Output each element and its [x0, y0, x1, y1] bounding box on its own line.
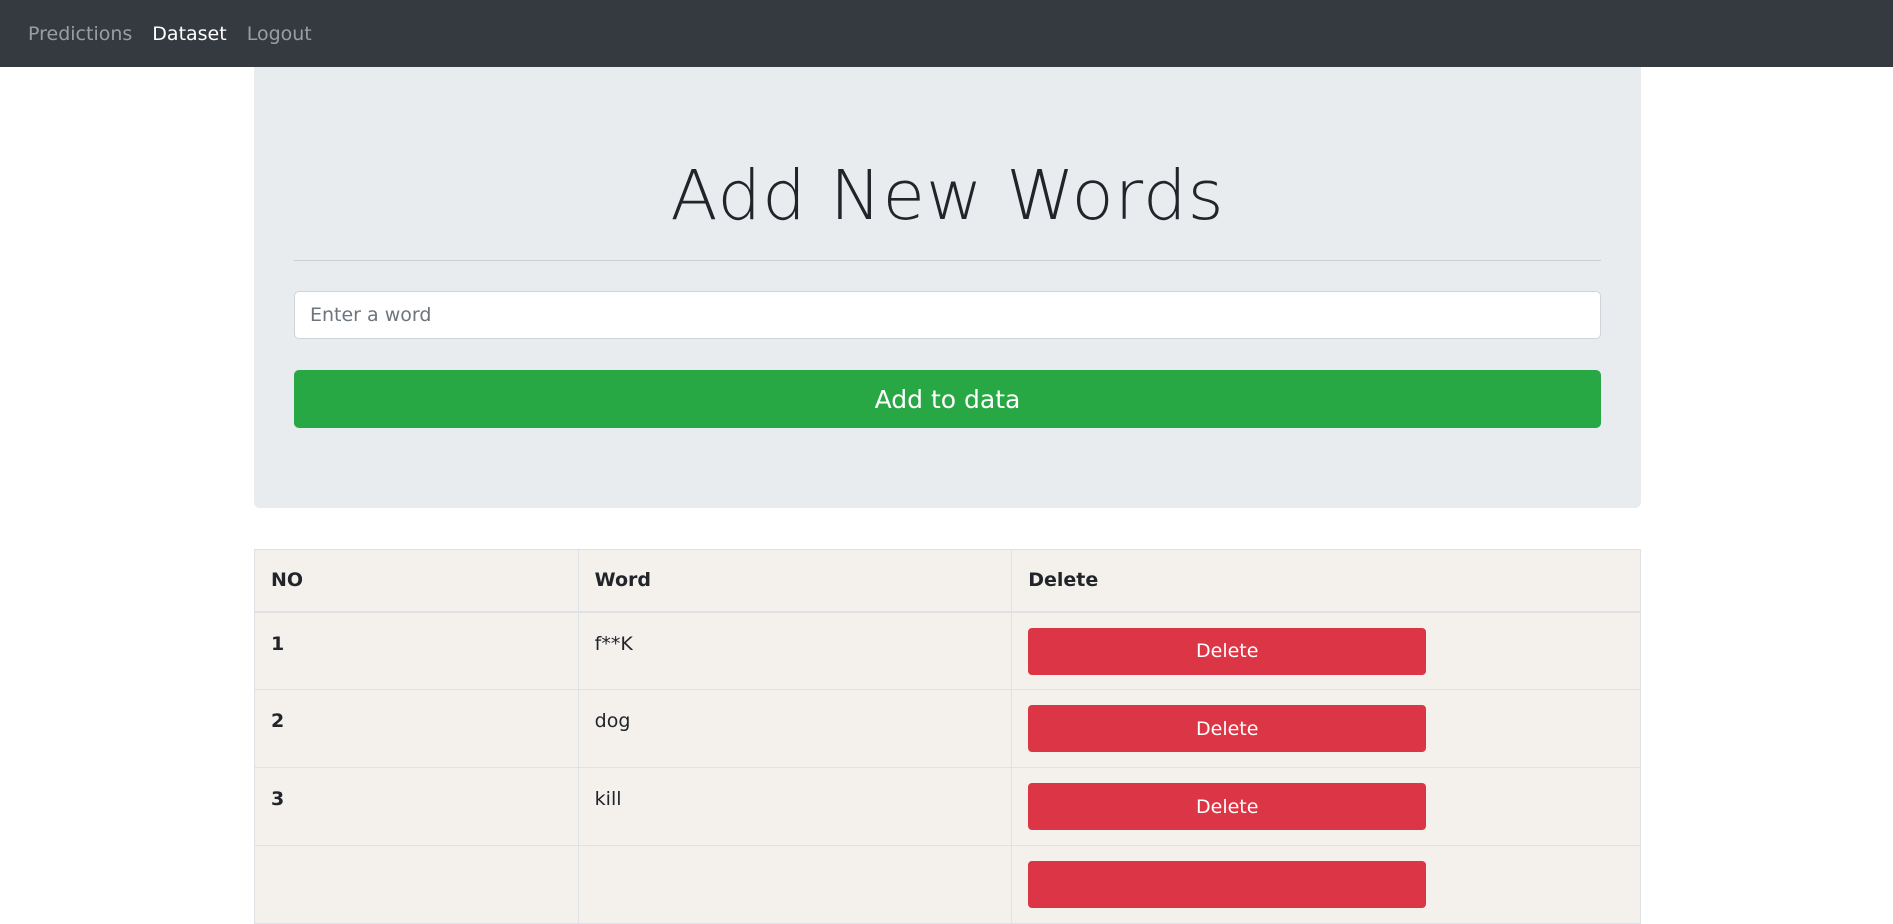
- table-row: [254, 845, 1641, 924]
- row-delete-cell: Delete: [1011, 767, 1641, 846]
- header-word: Word: [577, 549, 1013, 613]
- top-navbar: Predictions Dataset Logout: [0, 0, 1893, 67]
- delete-button[interactable]: Delete: [1028, 627, 1427, 675]
- row-delete-cell: Delete: [1011, 689, 1641, 768]
- row-number: 2: [254, 689, 579, 768]
- row-delete-cell: [1011, 845, 1641, 924]
- table-header-row: NO Word Delete: [254, 549, 1641, 613]
- row-word: f**K: [577, 611, 1013, 690]
- word-input[interactable]: [294, 291, 1601, 339]
- words-table: NO Word Delete 1 f**K Delete 2 dog Delet…: [254, 549, 1641, 924]
- main-container: Add New Words Add to data NO Word Delete…: [254, 67, 1641, 924]
- title-divider: [294, 260, 1601, 261]
- row-number: 1: [254, 611, 579, 690]
- row-word: dog: [577, 689, 1013, 768]
- nav-link-logout[interactable]: Logout: [247, 23, 312, 45]
- row-number: [254, 845, 579, 924]
- row-word: kill: [577, 767, 1013, 846]
- table-row: 2 dog Delete: [254, 689, 1641, 768]
- row-delete-cell: Delete: [1011, 611, 1641, 690]
- header-no: NO: [254, 549, 579, 613]
- add-to-data-button[interactable]: Add to data: [294, 370, 1601, 428]
- delete-button[interactable]: [1028, 861, 1427, 908]
- header-delete: Delete: [1011, 549, 1641, 613]
- row-word: [577, 845, 1013, 924]
- page-title: Add New Words: [670, 156, 1225, 236]
- table-row: 1 f**K Delete: [254, 611, 1641, 690]
- delete-button[interactable]: Delete: [1028, 705, 1427, 752]
- row-number: 3: [254, 767, 579, 846]
- add-word-panel: Add New Words Add to data: [254, 67, 1641, 508]
- nav-link-dataset[interactable]: Dataset: [152, 23, 226, 45]
- delete-button[interactable]: Delete: [1028, 783, 1427, 830]
- nav-link-predictions[interactable]: Predictions: [28, 23, 132, 45]
- table-row: 3 kill Delete: [254, 767, 1641, 846]
